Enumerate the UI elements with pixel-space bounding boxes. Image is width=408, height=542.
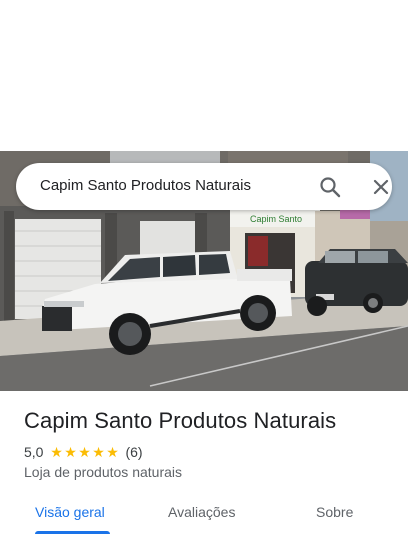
place-title: Capim Santo Produtos Naturais — [24, 408, 337, 433]
close-icon[interactable] — [369, 175, 393, 199]
search-icon[interactable] — [318, 175, 342, 199]
place-category: Loja de produtos naturais — [24, 464, 182, 480]
search-bar[interactable]: Capim Santo Produtos Naturais — [16, 163, 392, 210]
place-tabs: Visão geral Avaliações Sobre — [0, 494, 408, 542]
star-icon: ★ — [50, 444, 63, 460]
tab-overview[interactable]: Visão geral — [35, 504, 105, 520]
active-tab-indicator — [35, 531, 110, 534]
rating-value: 5,0 — [24, 444, 44, 460]
star-icon: ★ — [106, 444, 119, 460]
tab-reviews[interactable]: Avaliações — [168, 504, 235, 520]
search-input[interactable]: Capim Santo Produtos Naturais — [40, 177, 251, 194]
star-icon: ★ — [64, 444, 77, 460]
tab-about[interactable]: Sobre — [316, 504, 353, 520]
review-count[interactable]: (6) — [125, 444, 142, 460]
star-icon: ★ — [92, 444, 105, 460]
star-rating: ★ ★ ★ ★ ★ — [49, 445, 119, 459]
store-sign-text: Capim Santo — [250, 214, 302, 224]
rating-row[interactable]: 5,0 ★ ★ ★ ★ ★ (6) — [24, 443, 143, 461]
star-icon: ★ — [78, 444, 91, 460]
